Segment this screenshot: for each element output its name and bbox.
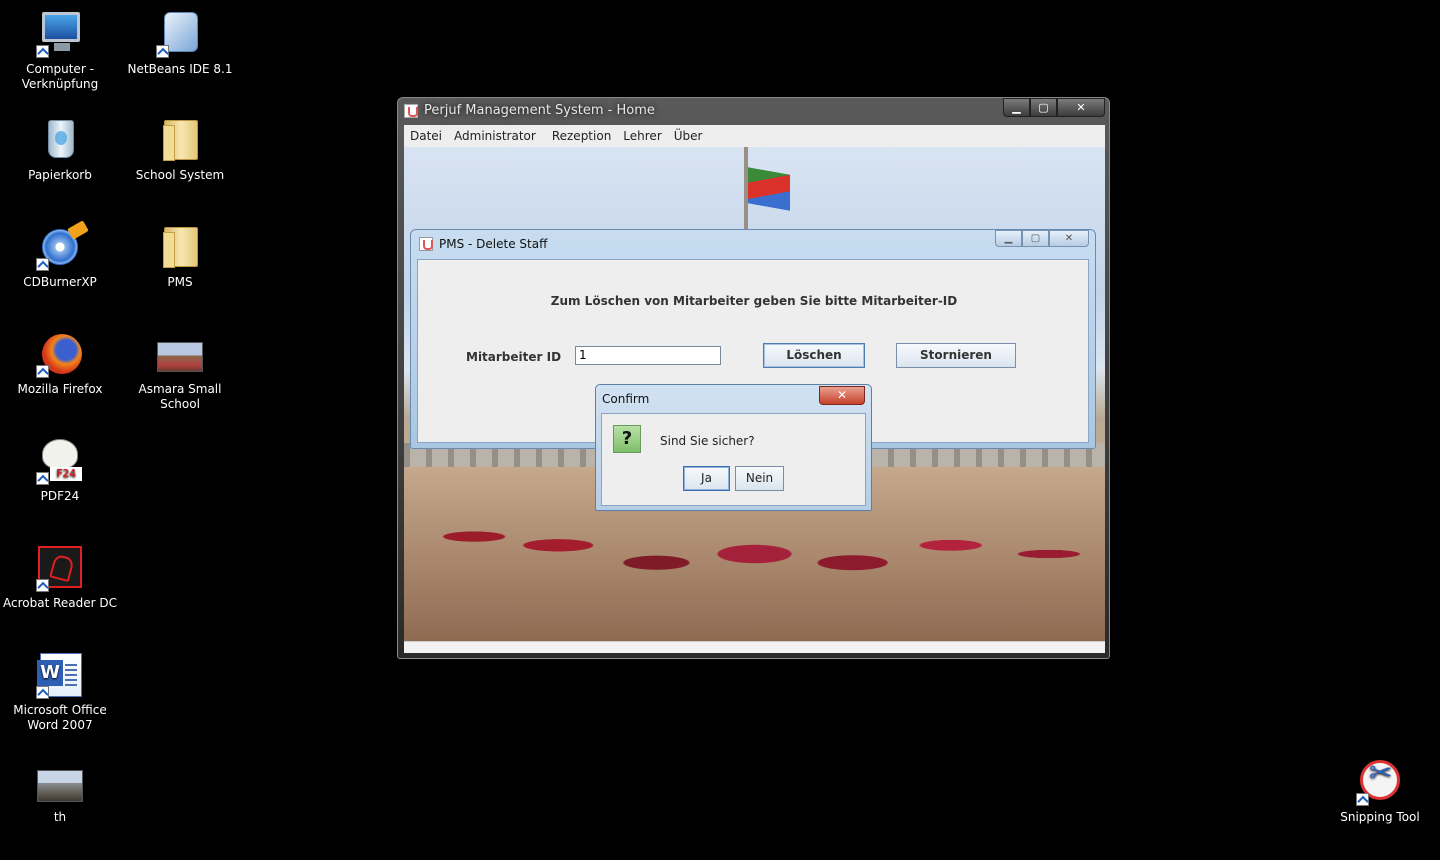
status-bar — [404, 641, 1105, 653]
desktop-icon-word[interactable]: Microsoft Office Word 2007 — [0, 651, 120, 733]
recycle-bin-icon — [36, 116, 84, 164]
question-icon: ? — [613, 425, 641, 453]
snipping-tool-icon — [1356, 758, 1404, 806]
desktop-icon-label: Acrobat Reader DC — [3, 596, 117, 610]
cdburner-icon — [36, 223, 84, 271]
word-icon — [36, 651, 84, 699]
desktop-icon-asmara-small-school[interactable]: Asmara Small School — [120, 330, 240, 412]
confirm-dialog-title: Confirm — [602, 392, 650, 406]
cancel-button[interactable]: Stornieren — [896, 343, 1016, 368]
desktop-icon-label: th — [53, 810, 67, 824]
folder-icon — [156, 223, 204, 271]
shortcut-arrow-icon — [36, 579, 49, 592]
menu-ueber[interactable]: Über — [668, 125, 709, 147]
minimize-button[interactable]: ▁ — [995, 230, 1022, 247]
close-button[interactable]: ✕ — [1057, 98, 1105, 117]
java-app-icon — [419, 237, 433, 251]
desktop-icon-netbeans[interactable]: NetBeans IDE 8.1 — [120, 10, 240, 77]
desktop-icon-firefox[interactable]: Mozilla Firefox — [0, 330, 120, 397]
image-thumbnail-icon — [156, 330, 204, 378]
menu-datei[interactable]: Datei — [404, 125, 448, 147]
staff-id-input[interactable]: 1 — [575, 346, 721, 365]
desktop-icon-th[interactable]: th — [0, 758, 120, 825]
staff-id-label: Mitarbeiter ID — [466, 350, 562, 364]
menu-rezeption[interactable]: Rezeption — [546, 125, 617, 147]
desktop-icon-label: School System — [135, 168, 225, 182]
desktop-icon-school-system[interactable]: School System — [120, 116, 240, 183]
flag-image — [748, 167, 790, 211]
desktop-icon-label: Snipping Tool — [1340, 810, 1420, 824]
confirm-dialog: Confirm ✕ ? Sind Sie sicher? Ja Nein — [595, 384, 872, 511]
image-thumbnail-icon — [36, 758, 84, 806]
java-app-icon — [404, 104, 418, 118]
close-button[interactable]: ✕ — [819, 386, 865, 405]
minimize-button[interactable]: ▁ — [1003, 98, 1030, 117]
firefox-icon — [36, 330, 84, 378]
shortcut-arrow-icon — [1356, 793, 1369, 806]
desktop-icon-label: Microsoft Office Word 2007 — [13, 703, 107, 732]
shortcut-arrow-icon — [156, 45, 169, 58]
pdf24-icon: F24 — [36, 437, 84, 485]
desktop-icon-label: Papierkorb — [28, 168, 92, 182]
desktop-icon-label: Asmara Small School — [138, 382, 222, 411]
main-window-titlebar[interactable]: Perjuf Management System - Home ▁ ▢ ✕ — [398, 98, 1109, 124]
acrobat-icon — [36, 544, 84, 592]
shortcut-arrow-icon — [36, 45, 49, 58]
no-button[interactable]: Nein — [735, 466, 784, 491]
shortcut-arrow-icon — [36, 472, 49, 485]
computer-icon — [36, 10, 84, 58]
delete-prompt: Zum Löschen von Mitarbeiter geben Sie bi… — [550, 294, 958, 308]
desktop-icon-computer[interactable]: Computer - Verknüpfung — [0, 10, 120, 92]
desktop-icon-label: PDF24 — [40, 489, 80, 503]
desktop-icon-label: PMS — [167, 275, 193, 289]
menu-lehrer[interactable]: Lehrer — [617, 125, 667, 147]
close-button[interactable]: ✕ — [1049, 230, 1089, 247]
folder-icon — [156, 116, 204, 164]
desktop-icon-label: Computer - Verknüpfung — [21, 62, 99, 91]
maximize-button[interactable]: ▢ — [1022, 230, 1049, 247]
desktop-icon-recycle-bin[interactable]: Papierkorb — [0, 116, 120, 183]
desktop-icon-pdf24[interactable]: F24 PDF24 — [0, 437, 120, 504]
delete-button[interactable]: Löschen — [763, 343, 865, 368]
shortcut-arrow-icon — [36, 686, 49, 699]
delete-staff-title: PMS - Delete Staff — [439, 237, 548, 251]
desktop-icon-label: NetBeans IDE 8.1 — [127, 62, 233, 76]
menu-administrator[interactable]: Administrator — [448, 125, 542, 147]
desktop-icon-label: Mozilla Firefox — [17, 382, 103, 396]
confirm-message: Sind Sie sicher? — [660, 434, 755, 448]
netbeans-icon — [156, 10, 204, 58]
caption-buttons: ▁ ▢ ✕ — [1003, 98, 1105, 117]
desktop-icon-acrobat[interactable]: Acrobat Reader DC — [0, 544, 120, 611]
desktop-icon-label: CDBurnerXP — [23, 275, 97, 289]
shortcut-arrow-icon — [36, 258, 49, 271]
confirm-dialog-body: ? Sind Sie sicher? Ja Nein — [601, 413, 866, 506]
shortcut-arrow-icon — [36, 365, 49, 378]
desktop-icon-cdburnerxp[interactable]: CDBurnerXP — [0, 223, 120, 290]
caption-buttons: ▁ ▢ ✕ — [995, 230, 1089, 247]
maximize-button[interactable]: ▢ — [1030, 98, 1057, 117]
main-window-title: Perjuf Management System - Home — [424, 103, 655, 118]
desktop-icon-pms[interactable]: PMS — [120, 223, 240, 290]
menu-bar: Datei Administrator Rezeption Lehrer Übe… — [404, 125, 1105, 147]
desktop-icon-snipping-tool[interactable]: Snipping Tool — [1320, 758, 1440, 825]
yes-button[interactable]: Ja — [683, 466, 730, 491]
